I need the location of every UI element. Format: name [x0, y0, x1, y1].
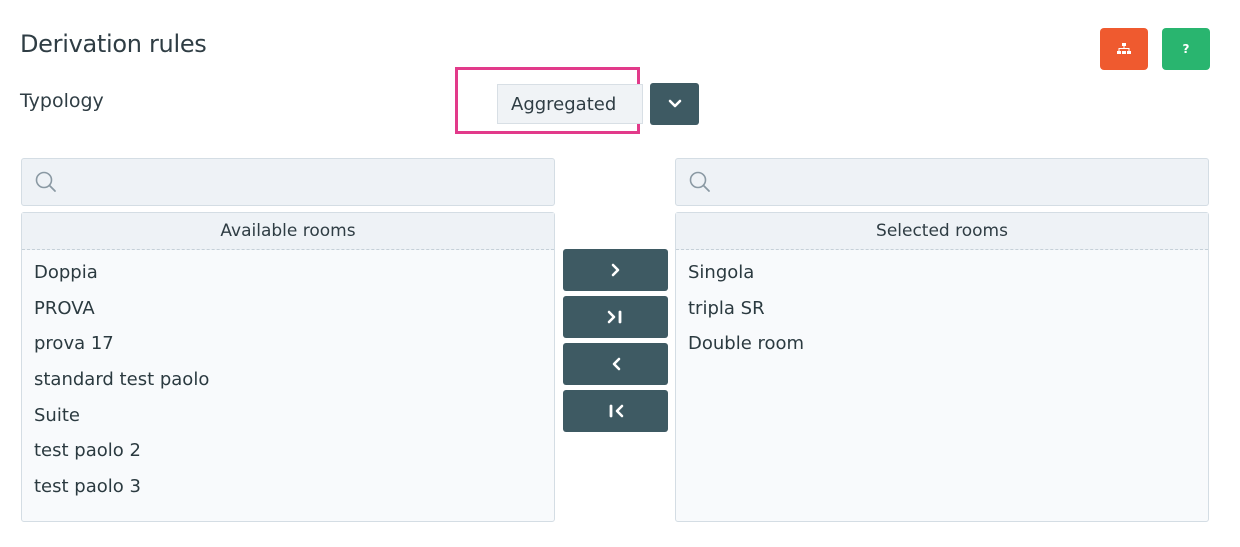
chevron-left-icon [612, 357, 620, 371]
hierarchy-button[interactable] [1100, 28, 1148, 70]
selected-rooms-header: Selected rooms [676, 213, 1208, 250]
move-one-button[interactable] [563, 249, 668, 291]
chevron-down-icon [668, 99, 681, 108]
available-rooms-list: Available rooms Doppia PROVA prova 17 st… [21, 212, 555, 522]
chevron-right-bar-icon [607, 310, 621, 324]
remove-one-button[interactable] [563, 343, 668, 385]
selected-room-item[interactable]: tripla SR [676, 291, 1208, 327]
selected-room-item[interactable]: Singola [676, 255, 1208, 291]
available-room-item[interactable]: Doppia [22, 255, 554, 291]
search-icon [689, 171, 710, 192]
search-icon [35, 171, 56, 192]
available-search [21, 158, 555, 206]
selected-search-input[interactable] [712, 158, 1208, 206]
available-room-item[interactable]: standard test paolo [22, 362, 554, 398]
available-search-input[interactable] [58, 158, 554, 206]
typology-select[interactable]: Aggregated [497, 84, 643, 124]
remove-all-button[interactable] [563, 390, 668, 432]
available-room-item[interactable]: prova 17 [22, 326, 554, 362]
help-button[interactable]: ? [1162, 28, 1210, 70]
help-button-label: ? [1182, 42, 1190, 56]
selected-room-item[interactable]: Double room [676, 326, 1208, 362]
typology-dropdown-button[interactable] [650, 83, 699, 125]
available-rooms-header: Available rooms [22, 213, 554, 250]
available-room-item[interactable]: test paolo 2 [22, 433, 554, 469]
chevron-right-icon [611, 263, 619, 277]
available-room-item[interactable]: PROVA [22, 291, 554, 327]
available-room-item[interactable]: test paolo 3 [22, 469, 554, 505]
move-all-button[interactable] [563, 296, 668, 338]
page-title: Derivation rules [20, 30, 207, 58]
typology-label: Typology [20, 90, 104, 112]
available-room-item[interactable]: Suite [22, 398, 554, 434]
sitemap-icon [1117, 43, 1131, 54]
selected-search [675, 158, 1209, 206]
bar-chevron-left-icon [609, 404, 623, 418]
selected-rooms-list: Selected rooms Singola tripla SR Double … [675, 212, 1209, 522]
